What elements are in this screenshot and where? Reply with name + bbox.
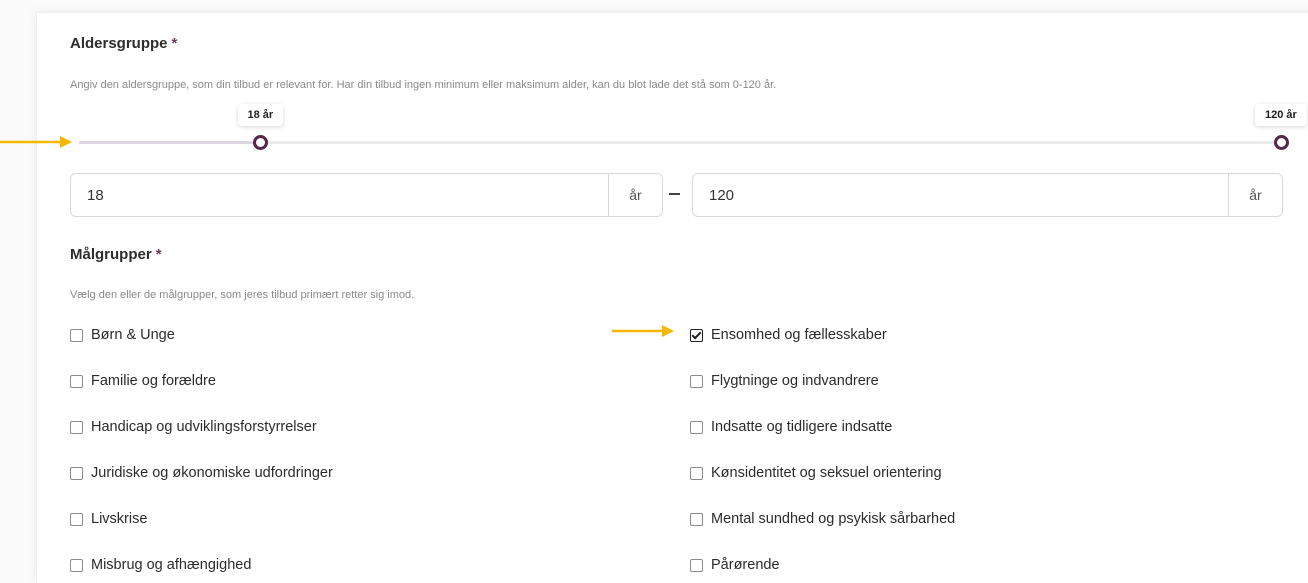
target-option-label: Juridiske og økonomiske udfordringer — [91, 465, 333, 481]
checkbox-icon[interactable] — [690, 420, 703, 434]
required-asterisk: * — [171, 35, 178, 52]
checkbox-icon[interactable] — [690, 512, 703, 526]
checkbox-icon[interactable] — [70, 512, 83, 526]
slider-max-handle[interactable] — [1274, 135, 1289, 150]
slider-min-handle[interactable] — [253, 135, 268, 150]
checkbox-icon[interactable] — [70, 558, 83, 572]
slider-track-fill — [79, 141, 261, 144]
target-hint: Vælg den eller de målgrupper, som jeres … — [70, 289, 415, 301]
target-option[interactable]: Misbrug og afhængighed — [70, 557, 251, 573]
target-option[interactable]: Mental sundhed og psykisk sårbarhed — [690, 511, 955, 527]
target-option-label: Indsatte og tidligere indsatte — [711, 419, 893, 435]
age-title-text: Aldersgruppe — [70, 35, 168, 52]
target-option[interactable]: Familie og forældre — [70, 373, 216, 389]
slider-min-tooltip: 18 år — [237, 104, 284, 126]
age-hint: Angiv den aldersgruppe, som din tilbud e… — [70, 79, 777, 91]
checkbox-icon[interactable] — [690, 374, 703, 388]
required-asterisk: * — [155, 246, 162, 263]
target-option[interactable]: Pårørende — [690, 557, 780, 573]
min-age-input[interactable] — [71, 174, 608, 216]
target-option-label: Børn & Unge — [91, 327, 175, 343]
target-option-label: Handicap og udviklingsforstyrrelser — [91, 419, 317, 435]
annotation-arrow-icon — [612, 325, 674, 337]
target-option[interactable]: Ensomhed og fællesskaber — [690, 327, 887, 343]
target-section-title: Målgrupper * — [70, 246, 162, 263]
target-option-label: Misbrug og afhængighed — [91, 557, 252, 573]
range-dash — [669, 193, 680, 195]
target-option-label: Flygtninge og indvandrere — [711, 373, 879, 389]
form-card: Aldersgruppe * Angiv den aldersgruppe, so… — [36, 12, 1308, 583]
target-option[interactable]: Kønsidentitet og seksuel orientering — [690, 465, 942, 481]
checkbox-icon[interactable] — [70, 328, 83, 342]
checkbox-checked-icon[interactable] — [690, 328, 703, 342]
slider-max-tooltip: 120 år — [1255, 104, 1307, 126]
max-age-unit: år — [1228, 174, 1282, 216]
max-age-field: år — [692, 173, 1283, 217]
target-option-label: Ensomhed og fællesskaber — [711, 327, 887, 343]
target-option[interactable]: Livskrise — [70, 511, 147, 527]
age-range-slider[interactable] — [79, 135, 1289, 150]
target-option[interactable]: Børn & Unge — [70, 327, 175, 343]
target-option-label: Mental sundhed og psykisk sårbarhed — [711, 511, 956, 527]
checkbox-icon[interactable] — [70, 466, 83, 480]
max-age-input[interactable] — [693, 174, 1228, 216]
target-option-label: Familie og forældre — [91, 373, 216, 389]
checkbox-icon[interactable] — [690, 558, 703, 572]
min-age-field: år — [70, 173, 663, 217]
min-age-unit: år — [608, 174, 662, 216]
checkbox-icon[interactable] — [70, 420, 83, 434]
target-option[interactable]: Flygtninge og indvandrere — [690, 373, 879, 389]
target-option-label: Kønsidentitet og seksuel orientering — [711, 465, 942, 481]
target-option-label: Pårørende — [711, 557, 780, 573]
target-option[interactable]: Juridiske og økonomiske udfordringer — [70, 465, 333, 481]
target-option-label: Livskrise — [91, 511, 148, 527]
annotation-arrow-icon — [0, 136, 72, 148]
checkbox-icon[interactable] — [70, 374, 83, 388]
checkbox-icon[interactable] — [690, 466, 703, 480]
target-option[interactable]: Handicap og udviklingsforstyrrelser — [70, 419, 317, 435]
age-section-title: Aldersgruppe * — [70, 35, 177, 52]
target-option[interactable]: Indsatte og tidligere indsatte — [690, 419, 892, 435]
target-title-text: Målgrupper — [70, 246, 152, 263]
